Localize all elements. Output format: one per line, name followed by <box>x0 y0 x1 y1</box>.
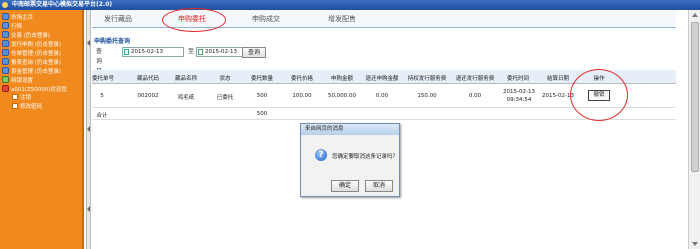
sidebar-item-money[interactable]: 资金管理 (仍击登录) <box>2 67 61 75</box>
question-icon: ? <box>315 149 327 161</box>
total-quantity: 500 <box>256 111 268 117</box>
chart-icon <box>2 22 9 29</box>
col-header: 委托数量 <box>250 76 273 82</box>
sidebar-item-user[interactable]: a001(ZS0000)欢迎您 <box>2 85 67 93</box>
item-name-cell: 鸡毛纸 <box>177 95 195 101</box>
quantity-cell: 500 <box>256 93 268 99</box>
total-label: 合计 <box>96 113 108 119</box>
col-header: 申购金额 <box>330 76 353 82</box>
warehouse-icon <box>2 49 9 56</box>
tab-placement[interactable]: 增发配售 <box>328 14 356 24</box>
sidebar-item-warehouse[interactable]: 仓单管理 (仍击登录) <box>2 49 61 57</box>
sidebar-item-report[interactable]: 报表查询 (仍击登录) <box>2 58 61 66</box>
col-header: 持权发行服务费 <box>407 76 447 82</box>
refund-amount-cell: 0.00 <box>375 93 389 99</box>
col-header: 藏品代码 <box>136 76 159 82</box>
query-button[interactable]: 查询 <box>242 47 266 58</box>
subscribe-icon <box>2 40 9 47</box>
calendar-icon[interactable] <box>124 49 129 55</box>
highlight-circle <box>570 69 628 121</box>
sidebar-item-bank[interactable]: 网银设置 <box>2 76 33 84</box>
money-icon <box>2 67 9 74</box>
sidebar-item-subscribe[interactable]: 发行申购 (仍击登录) <box>2 40 61 48</box>
sidebar-splitter[interactable] <box>86 10 91 249</box>
home-icon <box>2 13 9 20</box>
highlight-circle <box>162 8 226 32</box>
ok-button[interactable]: 确定 <box>331 180 359 192</box>
report-icon <box>2 58 9 65</box>
scroll-down-icon[interactable] <box>692 242 698 246</box>
tab-issue[interactable]: 发行藏品 <box>104 14 132 24</box>
sidebar-item-change-password[interactable]: 修改密码 <box>12 103 42 111</box>
confirm-dialog: 来自网页的消息 ? 您确定要取消这条记录吗？ 确定 取消 <box>300 123 400 197</box>
col-header: 退还发行服务费 <box>455 76 495 82</box>
price-cell: 100.00 <box>292 93 312 99</box>
tab-subscribe-deal[interactable]: 申购成交 <box>252 14 280 24</box>
col-header: 藏品名称 <box>174 76 197 82</box>
refund-fee-cell: 0.00 <box>468 93 482 99</box>
trade-icon <box>2 31 9 38</box>
service-fee-cell: 150.00 <box>417 93 437 99</box>
col-header: 状态 <box>219 76 231 82</box>
sidebar-item-logout[interactable]: 注销 <box>12 94 31 102</box>
app-logo-icon <box>2 2 8 8</box>
user-icon <box>2 85 9 92</box>
status-cell: 已委托 <box>216 95 234 101</box>
col-header: 委托价格 <box>290 76 313 82</box>
sidebar-item-trade[interactable]: 交易 (仍击登录) <box>2 31 50 39</box>
scroll-thumb[interactable] <box>691 22 699 172</box>
sidebar: 市场主页 行情 交易 (仍击登录) 发行申购 (仍击登录) 仓单管理 (仍击登录… <box>0 10 84 249</box>
window-titlebar: 中南邮票交易中心模拟交易平台(2.0) <box>0 0 700 10</box>
collapse-arrow-icon[interactable] <box>87 40 90 46</box>
sidebar-item-quotes[interactable]: 行情 <box>2 22 22 30</box>
order-no-cell: 5 <box>100 93 104 99</box>
order-time-cell: 2015-02-13 09:34:54 <box>503 89 535 103</box>
panel-title: 申购委托查询 <box>94 38 131 45</box>
collapse-arrow-icon[interactable] <box>87 126 90 132</box>
dialog-message: 您确定要取消这条记录吗？ <box>332 154 399 160</box>
col-header: 退还申购金额 <box>365 76 399 82</box>
scroll-up-icon[interactable] <box>692 13 698 17</box>
dialog-title: 来自网页的消息 <box>301 124 399 135</box>
vertical-scrollbar[interactable] <box>688 10 700 249</box>
sidebar-item-home[interactable]: 市场主页 <box>2 13 33 21</box>
bank-icon <box>2 76 9 83</box>
amount-cell: 50,000.00 <box>328 93 356 99</box>
col-header: 结算日期 <box>546 76 569 82</box>
calendar-icon[interactable] <box>198 49 203 55</box>
window-title: 中南邮票交易中心模拟交易平台(2.0) <box>12 1 113 8</box>
from-date-input[interactable]: 2015-02-13 <box>122 47 184 57</box>
col-header: 委托单号 <box>92 76 115 82</box>
to-label: 至 <box>188 48 195 55</box>
col-header: 委托时间 <box>506 76 529 82</box>
cancel-button[interactable]: 取消 <box>365 180 393 192</box>
item-code-cell: 002002 <box>137 93 159 99</box>
logout-icon <box>12 94 18 100</box>
password-icon <box>12 103 18 109</box>
collapse-arrow-icon[interactable] <box>87 206 90 212</box>
query-panel: 申购委托查询 查询日期: 2015-02-13 至 2015-02-13 查询 <box>92 36 676 85</box>
